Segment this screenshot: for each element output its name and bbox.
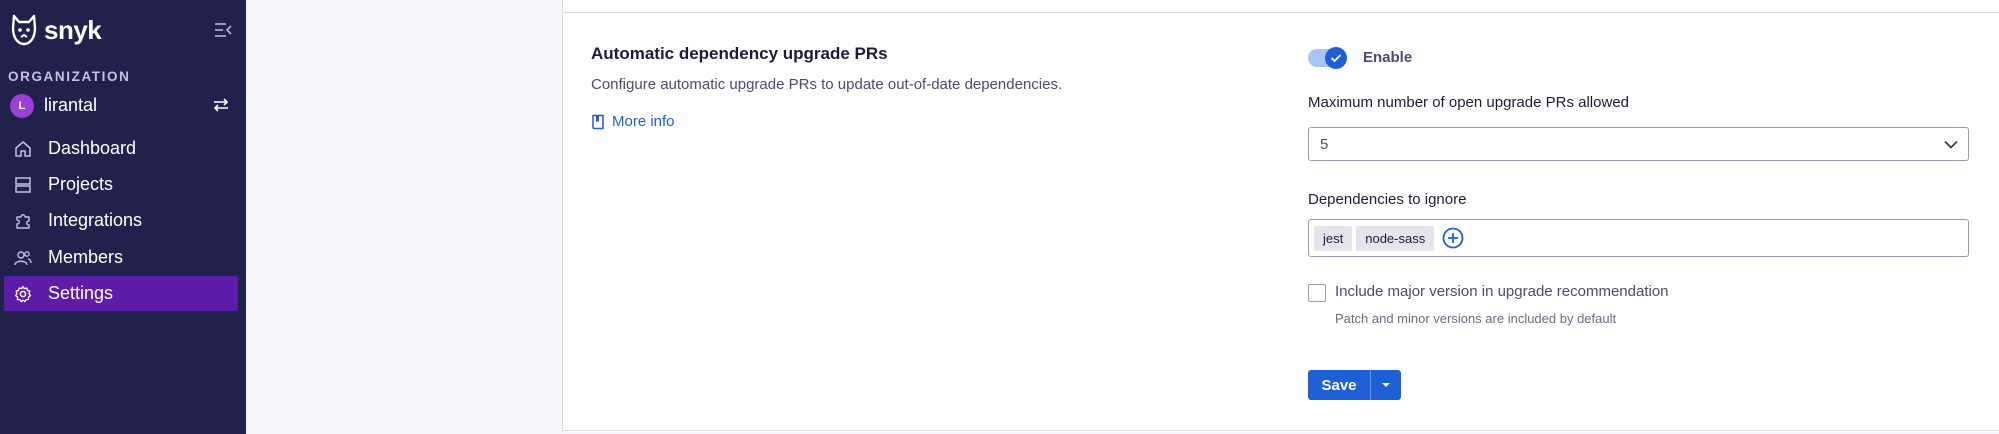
nav-label: Dashboard — [48, 138, 137, 158]
org-avatar: L — [10, 94, 34, 118]
divider — [563, 430, 1999, 431]
add-circle-icon[interactable] — [1442, 227, 1464, 249]
toggle-knob — [1325, 47, 1347, 69]
more-info-label: More info — [612, 113, 675, 130]
more-info-link[interactable]: More info — [591, 113, 675, 130]
section-description: Configure automatic upgrade PRs to updat… — [591, 76, 1063, 93]
check-icon — [1330, 54, 1342, 63]
switch-org-icon[interactable] — [212, 98, 230, 117]
logo-text: snyk — [44, 14, 102, 45]
major-version-hint: Patch and minor versions are included by… — [1335, 311, 1617, 326]
enable-label: Enable — [1363, 49, 1413, 66]
home-icon — [13, 139, 33, 159]
max-prs-label: Maximum number of open upgrade PRs allow… — [1308, 94, 1629, 111]
dependency-tag[interactable]: node-sass — [1356, 225, 1435, 251]
save-options-button[interactable] — [1371, 370, 1401, 400]
puzzle-icon — [13, 211, 33, 231]
gear-icon — [13, 284, 33, 304]
ignore-deps-label: Dependencies to ignore — [1308, 191, 1467, 208]
settings-card: Automatic dependency upgrade PRs Configu… — [562, 0, 1999, 432]
enable-toggle[interactable] — [1308, 47, 1347, 69]
nav-projects[interactable]: Projects — [4, 167, 238, 202]
major-version-label: Include major version in upgrade recomme… — [1335, 283, 1669, 300]
organization-label: ORGANIZATION — [8, 69, 131, 84]
caret-down-icon — [1382, 383, 1390, 387]
nav-members[interactable]: Members — [4, 240, 238, 275]
max-prs-select[interactable]: 5 — [1308, 127, 1969, 161]
section-title: Automatic dependency upgrade PRs — [591, 44, 888, 63]
projects-icon — [13, 175, 33, 195]
snyk-dog-icon — [11, 14, 37, 46]
snyk-logo[interactable]: snyk — [10, 14, 102, 46]
save-button-group: Save — [1308, 370, 1401, 400]
save-button[interactable]: Save — [1308, 370, 1370, 400]
members-icon — [13, 248, 33, 268]
nav-label: Settings — [48, 283, 114, 303]
max-prs-value: 5 — [1320, 135, 1329, 153]
sidebar: snyk ORGANIZATION L lirantal Dashboard P… — [0, 0, 246, 434]
collapse-sidebar-icon[interactable] — [214, 22, 232, 43]
nav-label: Members — [48, 247, 124, 267]
book-icon — [592, 114, 604, 129]
nav-label: Projects — [48, 174, 114, 194]
nav-integrations[interactable]: Integrations — [4, 203, 238, 238]
ignore-deps-input[interactable]: jest node-sass — [1308, 219, 1969, 257]
nav-dashboard[interactable]: Dashboard — [4, 131, 238, 166]
major-version-checkbox[interactable] — [1308, 284, 1326, 302]
dependency-tag[interactable]: jest — [1314, 225, 1353, 251]
org-name[interactable]: lirantal — [44, 95, 97, 116]
nav-settings[interactable]: Settings — [4, 276, 238, 311]
chevron-down-icon — [1944, 140, 1958, 149]
nav-label: Integrations — [48, 210, 143, 230]
divider — [563, 12, 1999, 13]
